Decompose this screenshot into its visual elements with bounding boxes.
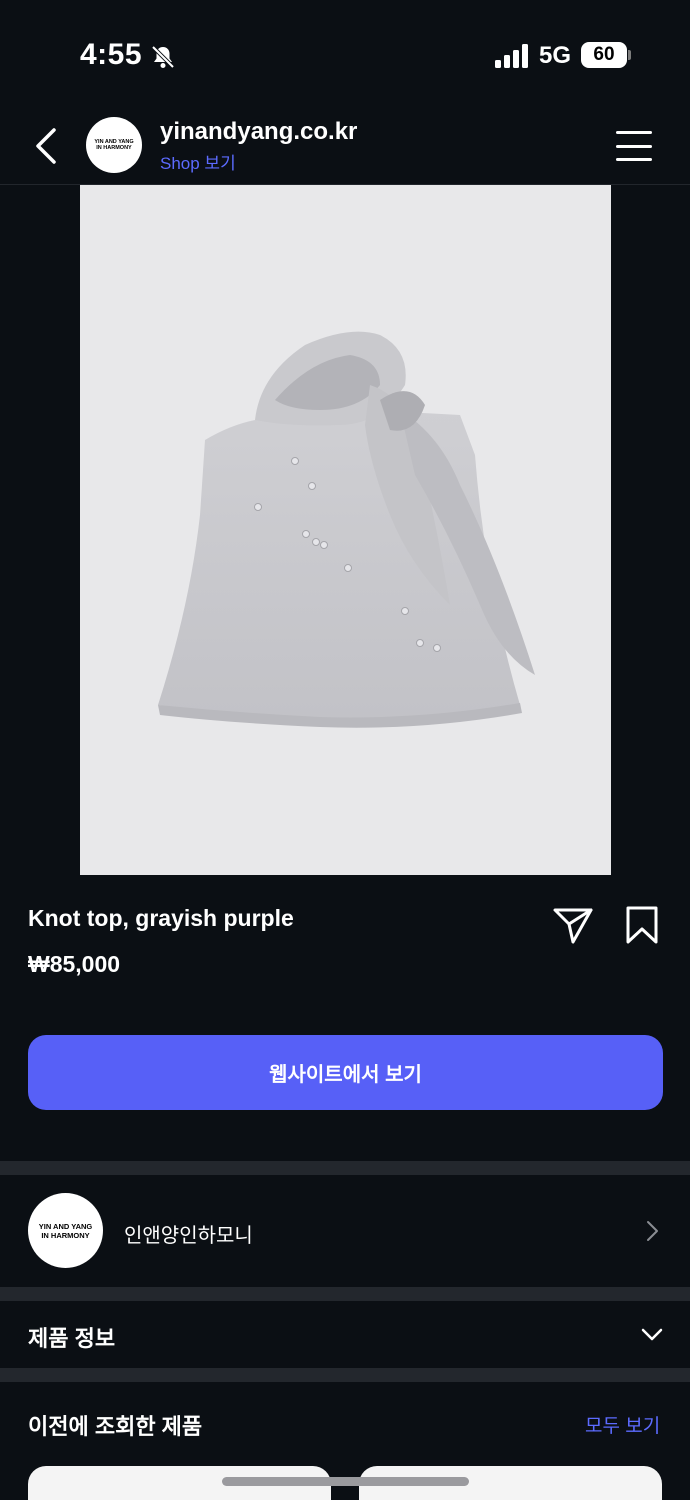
menu-icon-bar — [616, 144, 652, 148]
shop-header: YIN AND YANG IN HARMONY yinandyang.co.kr… — [0, 110, 690, 185]
chevron-down-icon — [641, 1328, 663, 1341]
status-time: 4:55 — [80, 38, 143, 71]
battery-cap — [628, 50, 631, 60]
status-bar: 4:55 5G 60 — [0, 0, 690, 110]
network-label: 5G — [539, 42, 572, 69]
see-all-link[interactable]: 모두 보기 — [585, 1411, 660, 1438]
brand-logo-text: YIN AND YANG IN HARMONY — [94, 138, 134, 152]
bookmark-icon — [626, 906, 658, 944]
recently-viewed-title: 이전에 조회한 제품 — [28, 1414, 203, 1439]
product-price: ₩85,000 — [28, 951, 121, 977]
signal-icon — [495, 44, 528, 68]
view-on-website-button[interactable]: 웹사이트에서 보기 — [28, 1035, 663, 1110]
product-info-row[interactable]: 제품 정보 — [0, 1301, 690, 1368]
bookmark-button[interactable] — [622, 904, 662, 946]
home-indicator[interactable] — [222, 1477, 469, 1486]
section-divider — [0, 1368, 690, 1382]
product-title: Knot top, grayish purple — [28, 905, 294, 931]
product-image[interactable] — [80, 185, 611, 875]
shop-link[interactable]: Shop 보기 — [160, 149, 236, 174]
shop-row[interactable]: YIN AND YANG IN HARMONY 인앤양인하모니 — [0, 1175, 690, 1287]
section-divider — [0, 1161, 690, 1175]
share-icon — [553, 908, 593, 944]
shop-name: 인앤양인하모니 — [124, 1225, 253, 1247]
shop-logo-text: YIN AND YANG IN HARMONY — [38, 1221, 93, 1240]
menu-icon-bar — [616, 131, 652, 134]
share-button[interactable] — [552, 904, 594, 946]
bell-slash-icon — [151, 45, 175, 69]
product-info-label: 제품 정보 — [28, 1326, 116, 1351]
brand-avatar[interactable]: YIN AND YANG IN HARMONY — [86, 117, 142, 173]
menu-button[interactable] — [614, 128, 654, 164]
back-button[interactable] — [28, 124, 64, 168]
battery-indicator: 60 — [581, 42, 627, 68]
section-divider — [0, 1287, 690, 1301]
chevron-right-icon — [647, 1221, 658, 1241]
header-title[interactable]: yinandyang.co.kr — [160, 118, 357, 146]
menu-icon-bar — [616, 158, 652, 161]
back-chevron-icon — [36, 128, 56, 164]
shop-avatar: YIN AND YANG IN HARMONY — [28, 1193, 103, 1268]
knot-top-photo — [158, 331, 535, 728]
